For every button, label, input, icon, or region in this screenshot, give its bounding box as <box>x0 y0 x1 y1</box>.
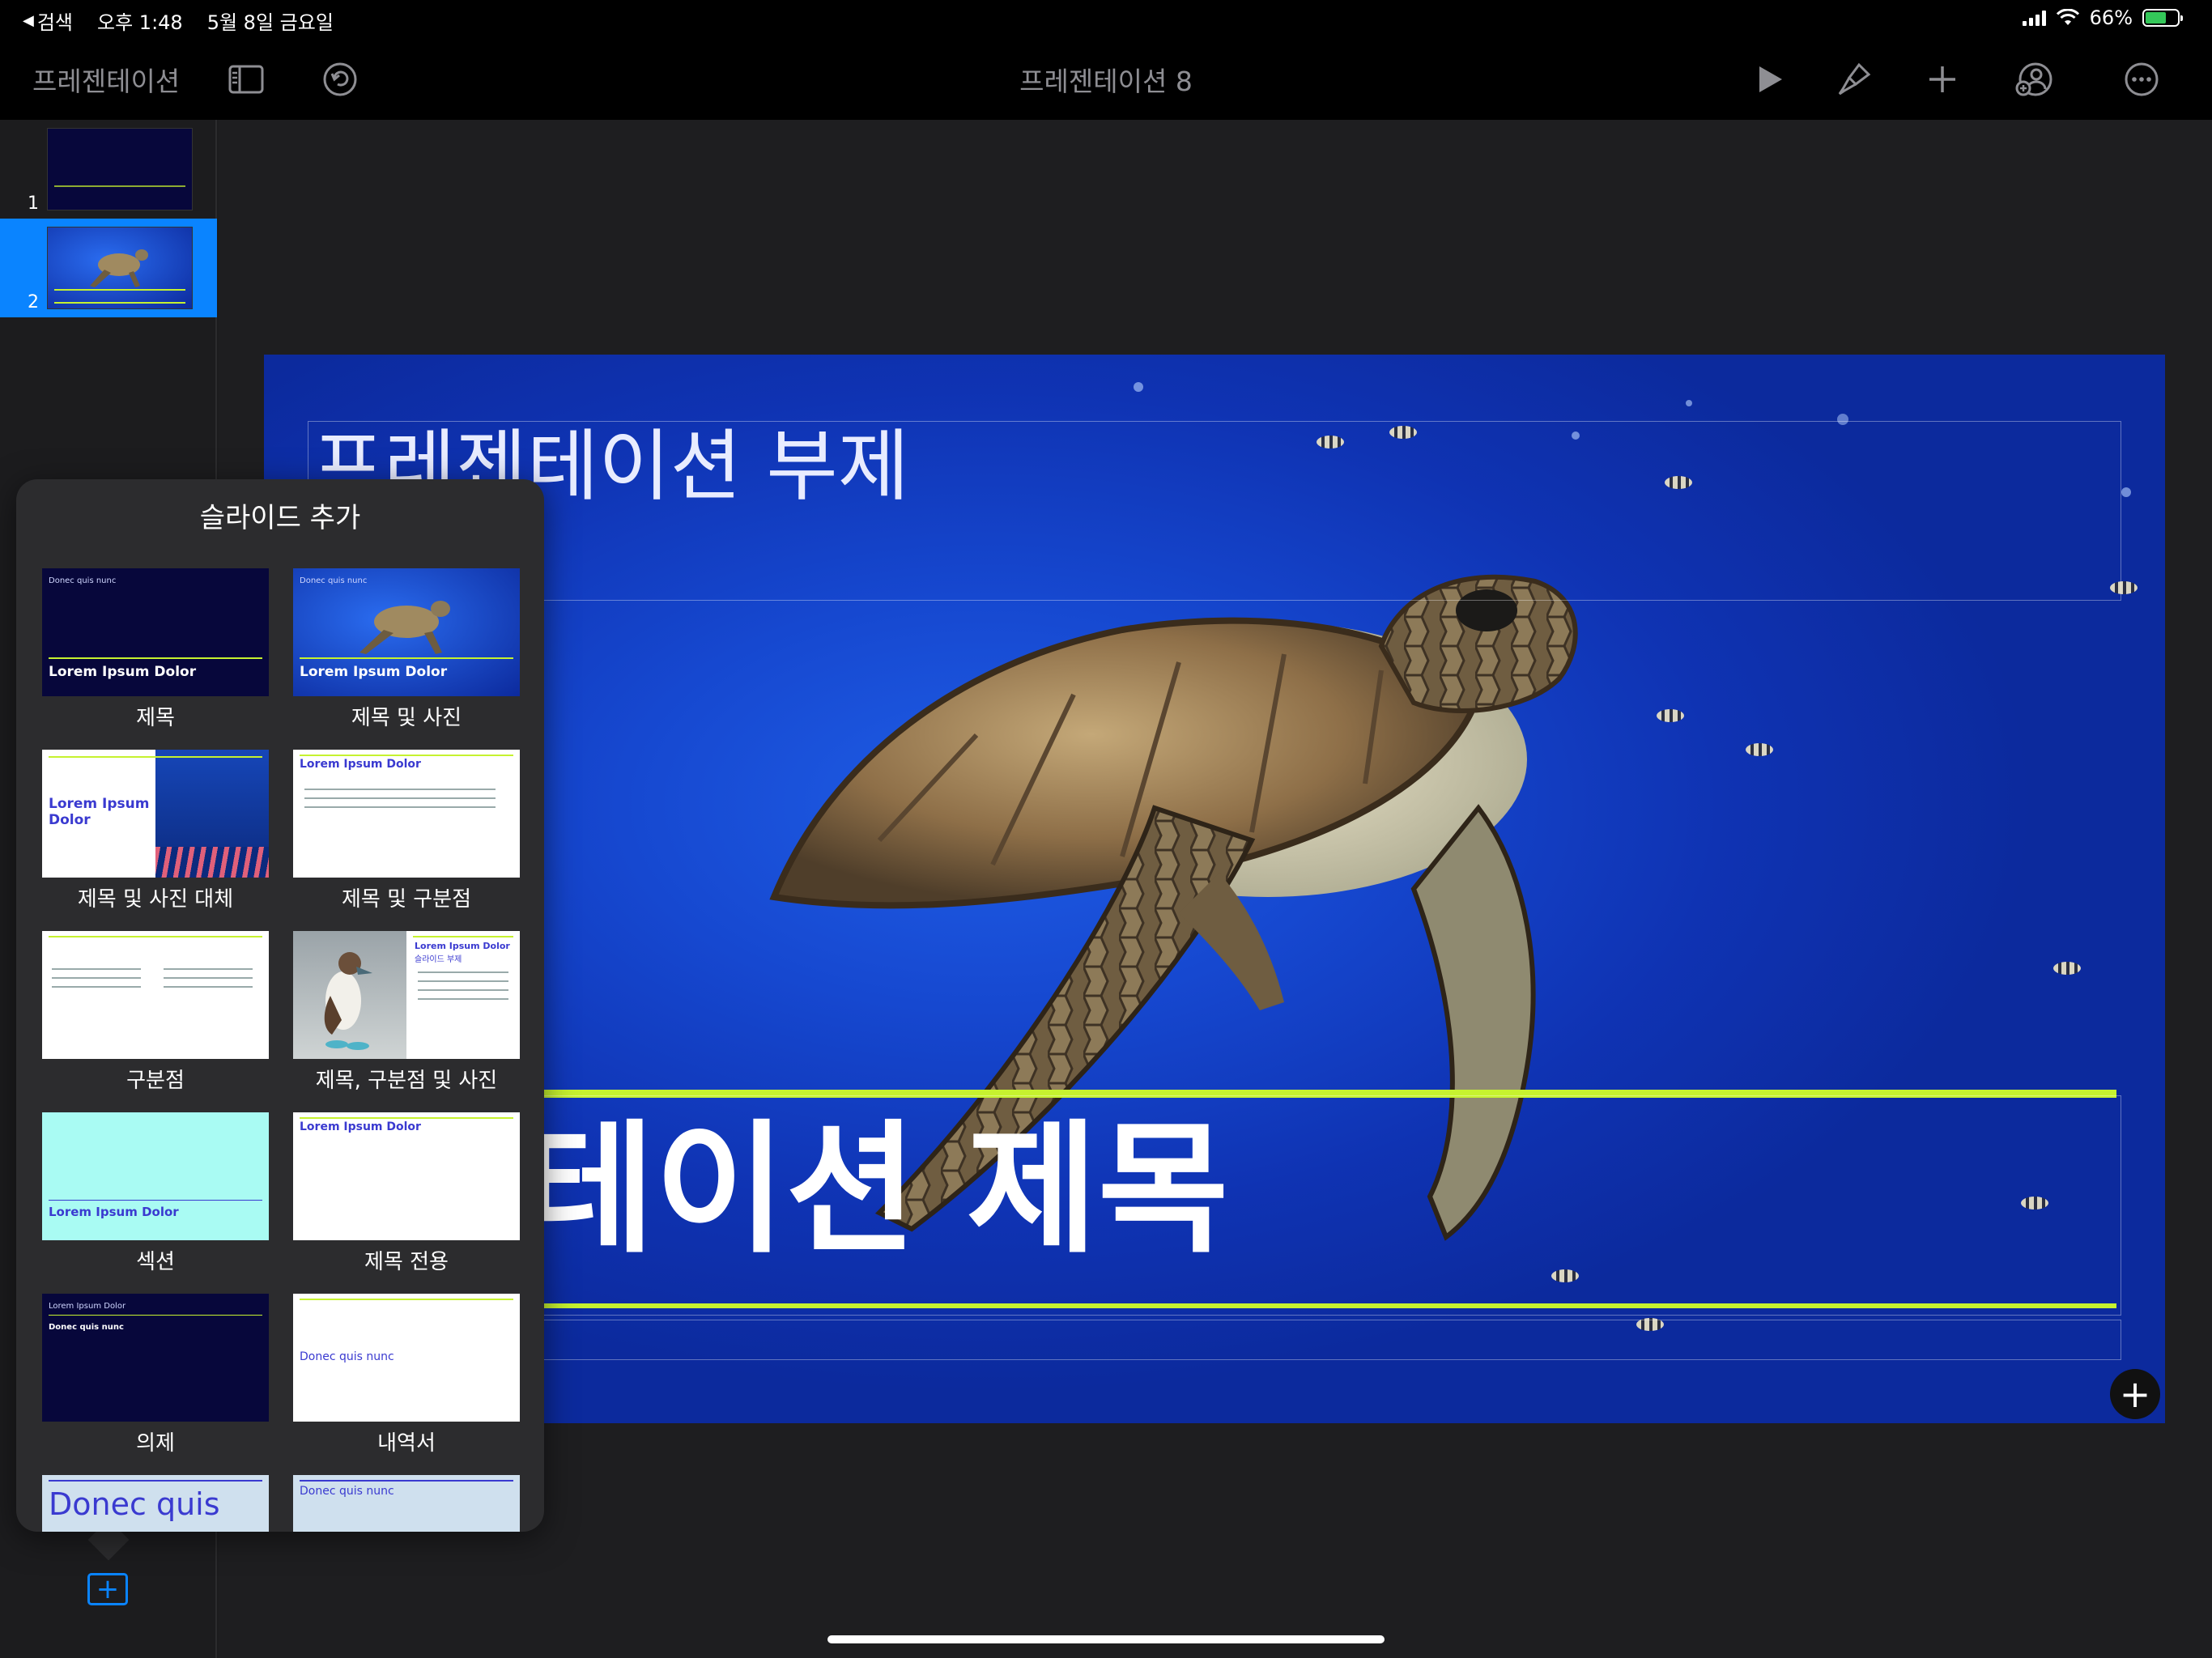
fish <box>1657 709 1684 722</box>
layout-kicker: Donec quis nunc <box>49 576 117 585</box>
layout-title-photo-alt[interactable]: Lorem Ipsum Dolor 제목 및 사진 대체 <box>42 750 269 920</box>
layout-label: 제목 및 사진 <box>351 706 462 730</box>
layout-bullets[interactable]: 구분점 <box>42 931 269 1101</box>
status-time: 오후 1:48 <box>97 11 183 34</box>
wifi-icon <box>2056 9 2079 25</box>
undo-icon[interactable] <box>316 55 364 104</box>
footer-placeholder-frame <box>308 1320 2121 1360</box>
layout-title-bullets[interactable]: Lorem Ipsum Dolor 제목 및 구분점 <box>293 750 520 920</box>
layout-thumbnail: Lorem Ipsum Dolor <box>293 1112 520 1240</box>
layout-label: 섹션 <box>136 1250 175 1274</box>
layout-heading: Lorem Ipsum Dolor <box>300 758 421 771</box>
status-bar: ◀ 검색 오후 1:48 5월 8일 금요일 66% <box>0 0 2212 39</box>
layout-label: 제목 <box>136 706 175 730</box>
slide-preview <box>47 128 193 210</box>
slide-number: 2 <box>28 292 39 312</box>
layout-heading: Donec quis <box>49 1486 220 1522</box>
layout-heading: Lorem Ipsum Dolor <box>49 1302 126 1311</box>
keynote-app: ◀ 검색 오후 1:48 5월 8일 금요일 66% 프레젠테이션 프레젠테이션… <box>0 0 2212 1658</box>
layout-title[interactable]: Donec quis nunc Lorem Ipsum Dolor 제목 <box>42 568 269 738</box>
layout-label: 제목 및 사진 대체 <box>77 887 234 912</box>
cellular-signal-icon <box>2022 10 2046 26</box>
turtle-photo-icon <box>90 249 148 287</box>
layout-section[interactable]: Lorem Ipsum Dolor 섹션 <box>42 1112 269 1282</box>
popover-title: 슬라이드 추가 <box>199 502 361 534</box>
layout-title-photo[interactable]: Donec quis nunc Lorem Ipsum Dolor 제목 및 사… <box>293 568 520 738</box>
layout-label: 제목 전용 <box>364 1250 449 1274</box>
fish <box>2053 962 2081 975</box>
battery-fill <box>2146 12 2167 23</box>
documents-button[interactable]: 프레젠테이션 <box>32 60 180 99</box>
battery-icon <box>2142 9 2183 27</box>
layout-heading: Lorem Ipsum Dolor <box>49 664 197 680</box>
layout-heading: Lorem Ipsum Dolor <box>49 1205 179 1219</box>
layout-subheading: 슬라이드 부제 <box>415 955 462 964</box>
back-to-search[interactable]: ◀ 검색 <box>23 6 73 35</box>
slide-thumbnail-2[interactable]: 2 <box>0 219 217 317</box>
layout-thumbnail: Lorem Ipsum Dolor <box>42 1112 269 1240</box>
layout-thumbnail: Donec quis nunc Lorem Ipsum Dolor <box>293 568 520 696</box>
fish <box>1746 743 1773 756</box>
current-slide[interactable]: 프레젠테이션 부제 프레젠테이션 제목 <box>264 355 2165 1423</box>
collaborate-icon[interactable] <box>2010 55 2058 104</box>
layout-label: 구분점 <box>126 1069 185 1093</box>
layout-label: 내역서 <box>377 1431 436 1456</box>
layout-title-only[interactable]: Lorem Ipsum Dolor 제목 전용 <box>293 1112 520 1282</box>
layout-thumbnail: Lorem Ipsum Dolor <box>42 750 269 878</box>
back-label: 검색 <box>36 11 74 34</box>
layout-thumbnail: Lorem Ipsum Dolor <box>293 750 520 878</box>
booby-bird-photo-icon <box>324 952 372 1050</box>
layout-heading: Lorem Ipsum Dolor <box>300 664 448 680</box>
more-icon[interactable] <box>2117 55 2166 104</box>
status-date: 5월 8일 금요일 <box>206 11 334 34</box>
add-slide-button[interactable]: + <box>87 1573 128 1605</box>
layout-thumbnail: Lorem Ipsum Dolor Donec quis nunc <box>42 1294 269 1422</box>
layout-quote[interactable]: Donec quis nunc <box>293 1475 520 1532</box>
add-object-button[interactable]: + <box>2110 1369 2160 1419</box>
sidebar-icon[interactable] <box>222 55 270 104</box>
layout-agenda[interactable]: Lorem Ipsum Dolor Donec quis nunc 의제 <box>42 1294 269 1464</box>
layout-heading: Lorem Ipsum Dolor <box>49 796 150 828</box>
layout-title-bullets-photo[interactable]: Lorem Ipsum Dolor 슬라이드 부제 제목, 구분점 및 사진 <box>293 931 520 1101</box>
layout-label: 의제 <box>136 1431 175 1456</box>
layout-heading: Donec quis nunc <box>300 1485 394 1498</box>
battery-percent: 66% <box>2089 6 2133 29</box>
layout-label: 제목 및 구분점 <box>341 887 472 912</box>
layout-thumbnail: Lorem Ipsum Dolor 슬라이드 부제 <box>293 931 520 1059</box>
paintbrush-icon[interactable] <box>1830 55 1878 104</box>
slide-thumbnail-1[interactable]: 1 <box>0 120 217 219</box>
play-icon[interactable] <box>1745 55 1793 104</box>
layout-label: 제목, 구분점 및 사진 <box>315 1069 498 1093</box>
add-slide-popover: 슬라이드 추가 Donec quis nunc Lorem Ipsum Dolo… <box>16 479 544 1532</box>
layout-subheading: Donec quis nunc <box>49 1323 124 1332</box>
layout-heading: Lorem Ipsum Dolor <box>300 1120 421 1133</box>
home-indicator[interactable] <box>827 1635 1385 1643</box>
slide-number: 1 <box>28 193 39 214</box>
layout-heading: Lorem Ipsum Dolor <box>415 941 510 951</box>
back-triangle-icon: ◀ <box>23 12 34 29</box>
layout-statement[interactable]: Donec quis nunc 내역서 <box>293 1294 520 1464</box>
layout-thumbnail <box>42 931 269 1059</box>
layout-thumbnail: Donec quis <box>42 1475 269 1532</box>
plus-icon[interactable] <box>1918 55 1967 104</box>
layout-big-fact[interactable]: Donec quis <box>42 1475 269 1532</box>
layout-kicker: Donec quis nunc <box>300 576 368 585</box>
layout-heading: Donec quis nunc <box>300 1350 394 1363</box>
layout-thumbnail: Donec quis nunc <box>293 1294 520 1422</box>
layout-thumbnail: Donec quis nunc <box>293 1475 520 1532</box>
slide-preview <box>47 227 193 309</box>
layout-thumbnail: Donec quis nunc Lorem Ipsum Dolor <box>42 568 269 696</box>
toolbar: 프레젠테이션 프레젠테이션 8 <box>0 39 2212 120</box>
